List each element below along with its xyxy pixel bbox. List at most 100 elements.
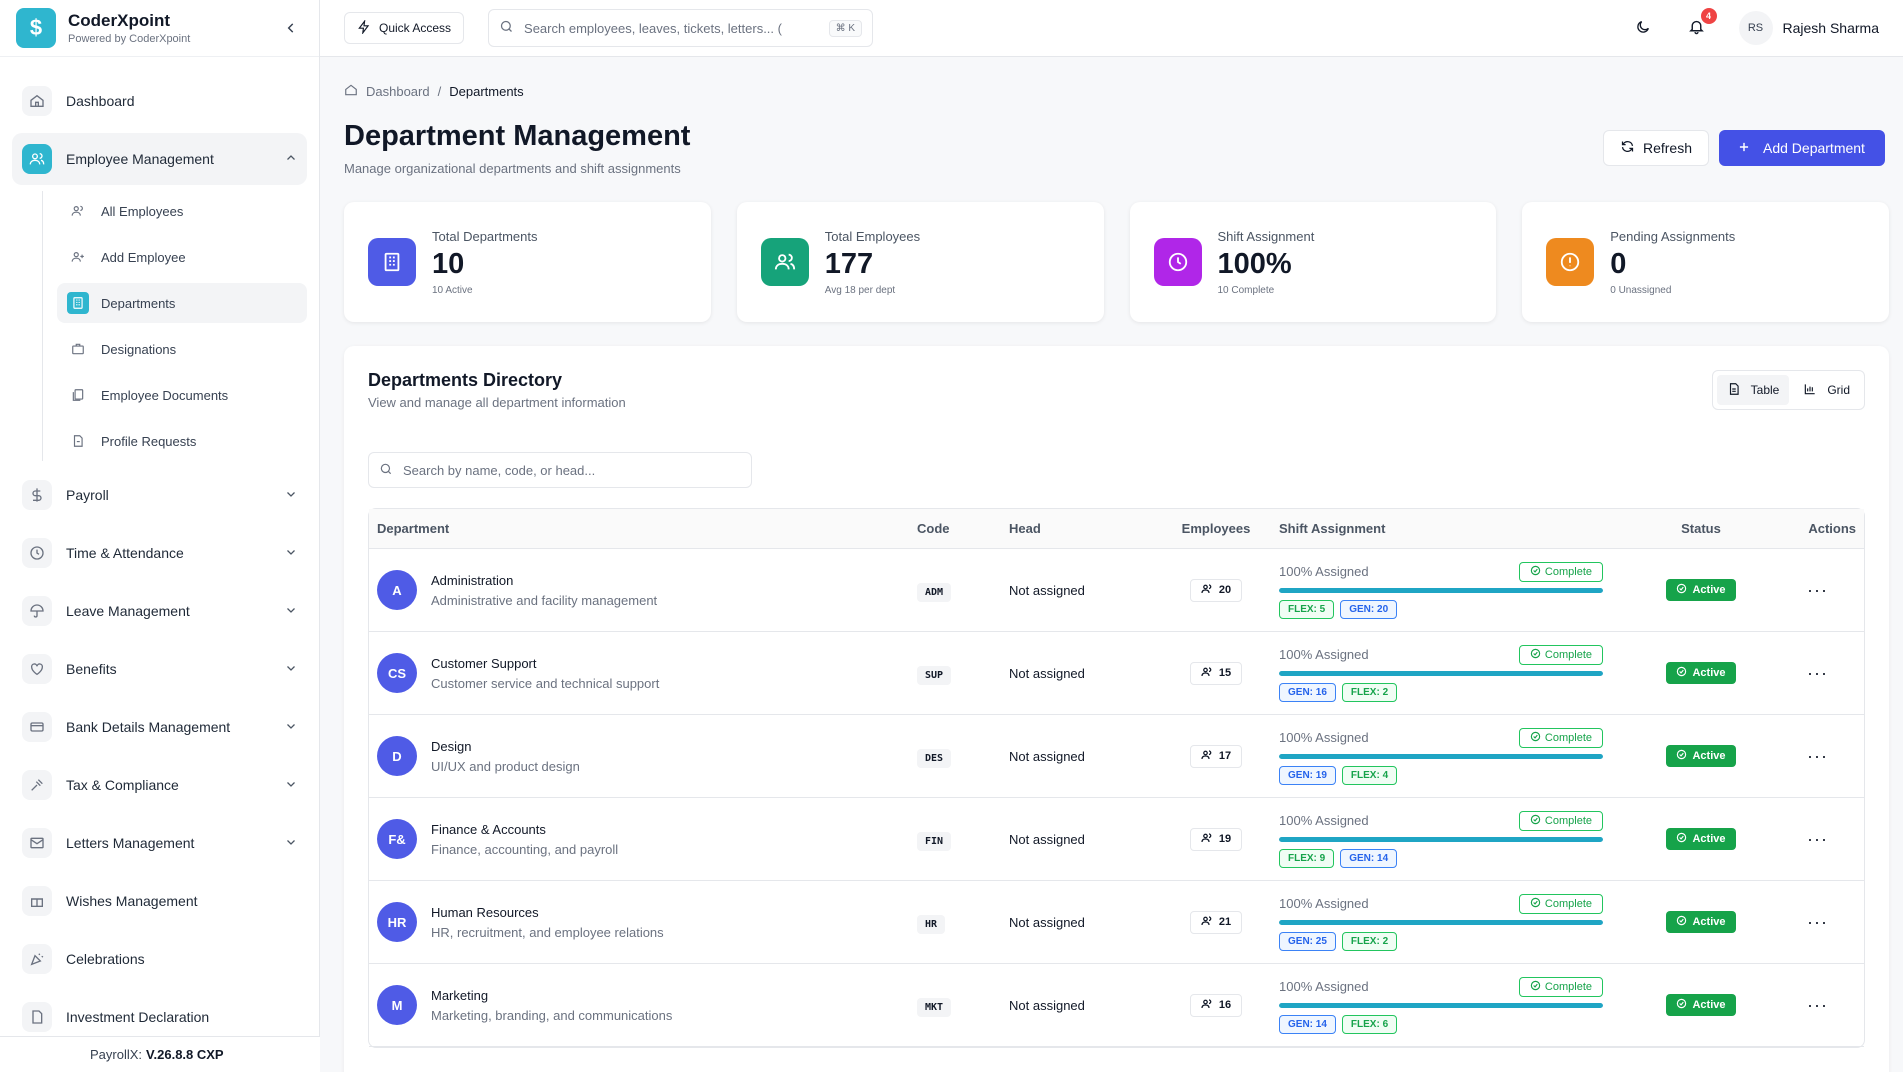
table-view-button[interactable]: Table — [1716, 375, 1790, 405]
quick-access-label: Quick Access — [379, 21, 452, 35]
complete-label: Complete — [1544, 814, 1592, 827]
sidebar-item-investment-declaration[interactable]: Investment Declaration — [12, 991, 307, 1037]
version-number: V.26.8.8 CXP — [146, 1047, 224, 1062]
employee-count: 15 — [1218, 667, 1232, 679]
sidebar-item-letters-management[interactable]: Letters Management — [12, 817, 307, 869]
umbrella-icon — [22, 596, 52, 626]
department-head: Not assigned — [1009, 831, 1085, 847]
row-actions-button[interactable]: ··· — [1771, 798, 1864, 881]
shift-tag: FLEX: 6 — [1341, 1014, 1398, 1034]
sidebar-item-tax-compliance[interactable]: Tax & Compliance — [12, 759, 307, 811]
sidebar-item-payroll[interactable]: Payroll — [12, 469, 307, 521]
refresh-button[interactable]: Refresh — [1602, 130, 1709, 166]
column-header[interactable]: Department — [369, 509, 909, 549]
grid-view-button[interactable]: Grid — [1793, 375, 1860, 405]
quick-access-button[interactable]: Quick Access — [344, 12, 465, 44]
brand-name: CoderXpoint — [68, 11, 170, 30]
shift-assignment: 100% Assigned Complete GEN: 14 FLEX: 6 — [1279, 976, 1603, 1034]
check-circle-icon — [1676, 583, 1687, 597]
row-actions-button[interactable]: ··· — [1771, 881, 1864, 964]
sidebar-item-benefits[interactable]: Benefits — [12, 643, 307, 695]
sidebar-item-leave-management[interactable]: Leave Management — [12, 585, 307, 637]
row-actions-button[interactable]: ··· — [1771, 715, 1864, 798]
column-header[interactable]: Status — [1631, 509, 1771, 549]
global-search[interactable]: ⌘ K — [488, 9, 874, 47]
notifications-button[interactable]: 4 — [1685, 8, 1717, 40]
department-name[interactable]: Customer Support — [431, 656, 659, 671]
table-row[interactable]: F& Finance & Accounts Finance, accounting,… — [369, 798, 1864, 881]
table-row[interactable]: CS Customer Support Customer service and t… — [369, 632, 1864, 715]
brand-logo[interactable]: $ — [16, 8, 56, 48]
department-name[interactable]: Marketing — [431, 988, 672, 1003]
file-icon — [67, 430, 89, 452]
department-name[interactable]: Administration — [431, 573, 657, 588]
column-header[interactable]: Head — [1001, 509, 1161, 549]
department-name[interactable]: Finance & Accounts — [431, 822, 618, 837]
complete-label: Complete — [1544, 731, 1592, 744]
table-row[interactable]: A Administration Administrative and facili… — [369, 549, 1864, 632]
check-circle-icon — [1676, 666, 1687, 680]
department-search-input[interactable] — [403, 462, 741, 478]
sidebar-item-label: Employee Management — [66, 151, 214, 167]
chevron-down-icon — [285, 487, 297, 503]
shift-progress-bar — [1279, 919, 1603, 925]
check-circle-icon — [1676, 832, 1687, 846]
collapse-sidebar-icon[interactable] — [279, 16, 303, 40]
column-header: Actions — [1771, 509, 1864, 549]
sidebar-item-employee-documents[interactable]: Employee Documents — [57, 375, 307, 415]
department-name[interactable]: Design — [431, 739, 580, 754]
check-circle-icon — [1676, 998, 1687, 1012]
version-footer: PayrollX: V.26.8.8 CXP — [0, 1036, 320, 1072]
employee-count: 16 — [1218, 999, 1232, 1011]
department-name[interactable]: Human Resources — [431, 905, 664, 920]
sidebar-item-departments[interactable]: Departments — [57, 283, 307, 323]
user-menu[interactable]: RS Rajesh Sharma — [1738, 11, 1879, 45]
department-avatar: HR — [377, 902, 417, 942]
shift-tag: FLEX: 5 — [1279, 599, 1335, 619]
building-icon — [368, 238, 416, 286]
heart-icon — [22, 654, 52, 684]
breadcrumb-home[interactable]: Dashboard — [366, 84, 430, 99]
sidebar-item-label: Bank Details Management — [66, 719, 231, 735]
theme-toggle-button[interactable] — [1631, 16, 1655, 40]
sidebar-item-employee-management[interactable]: Employee Management — [12, 133, 307, 185]
sidebar-item-all-employees[interactable]: All Employees — [57, 191, 307, 231]
table-row[interactable]: M Marketing Marketing, branding, and commu… — [369, 964, 1864, 1047]
add-department-button[interactable]: Add Department — [1719, 130, 1885, 166]
sidebar-item-designations[interactable]: Designations — [57, 329, 307, 369]
shift-assignment: 100% Assigned Complete GEN: 19 FLEX: 4 — [1279, 727, 1603, 785]
department-avatar: M — [377, 985, 417, 1025]
sidebar-item-celebrations[interactable]: Celebrations — [12, 933, 307, 985]
department-search[interactable] — [368, 452, 752, 488]
sidebar-item-dashboard[interactable]: Dashboard — [12, 75, 307, 127]
row-actions-button[interactable]: ··· — [1771, 964, 1864, 1047]
column-header[interactable]: Shift Assignment — [1271, 509, 1631, 549]
shortcut-hint: ⌘ K — [828, 19, 863, 37]
more-icon: ··· — [1807, 911, 1828, 932]
sidebar-item-add-employee[interactable]: Add Employee — [57, 237, 307, 277]
sidebar-item-bank-details[interactable]: Bank Details Management — [12, 701, 307, 753]
table-row[interactable]: D Design UI/UX and product design DES Not as… — [369, 715, 1864, 798]
shift-tag: GEN: 19 — [1279, 765, 1336, 785]
complete-badge: Complete — [1518, 561, 1603, 582]
more-icon: ··· — [1807, 828, 1828, 849]
column-header[interactable]: Code — [909, 509, 1001, 549]
column-header[interactable]: Employees — [1161, 509, 1271, 549]
sidebar: $ CoderXpoint Powered by CoderXpoint Das… — [0, 0, 320, 1072]
sidebar-item-wishes-management[interactable]: Wishes Management — [12, 875, 307, 927]
sidebar-item-time-attendance[interactable]: Time & Attendance — [12, 527, 307, 579]
row-actions-button[interactable]: ··· — [1771, 549, 1864, 632]
table-row[interactable]: HR Human Resources HR, recruitment, and em… — [369, 881, 1864, 964]
users-icon — [67, 200, 89, 222]
global-search-input[interactable] — [524, 20, 819, 36]
sidebar-item-label: Dashboard — [66, 93, 135, 109]
sidebar-subitem-label: Add Employee — [101, 249, 186, 265]
sidebar-item-label: Leave Management — [66, 603, 190, 619]
home-icon[interactable] — [344, 83, 358, 100]
chevron-down-icon — [285, 719, 297, 735]
shift-assigned-text: 100% Assigned — [1279, 564, 1369, 579]
stat-note: Avg 18 per dept — [824, 284, 896, 296]
row-actions-button[interactable]: ··· — [1771, 632, 1864, 715]
more-icon: ··· — [1807, 579, 1828, 600]
sidebar-item-profile-requests[interactable]: Profile Requests — [57, 421, 307, 461]
